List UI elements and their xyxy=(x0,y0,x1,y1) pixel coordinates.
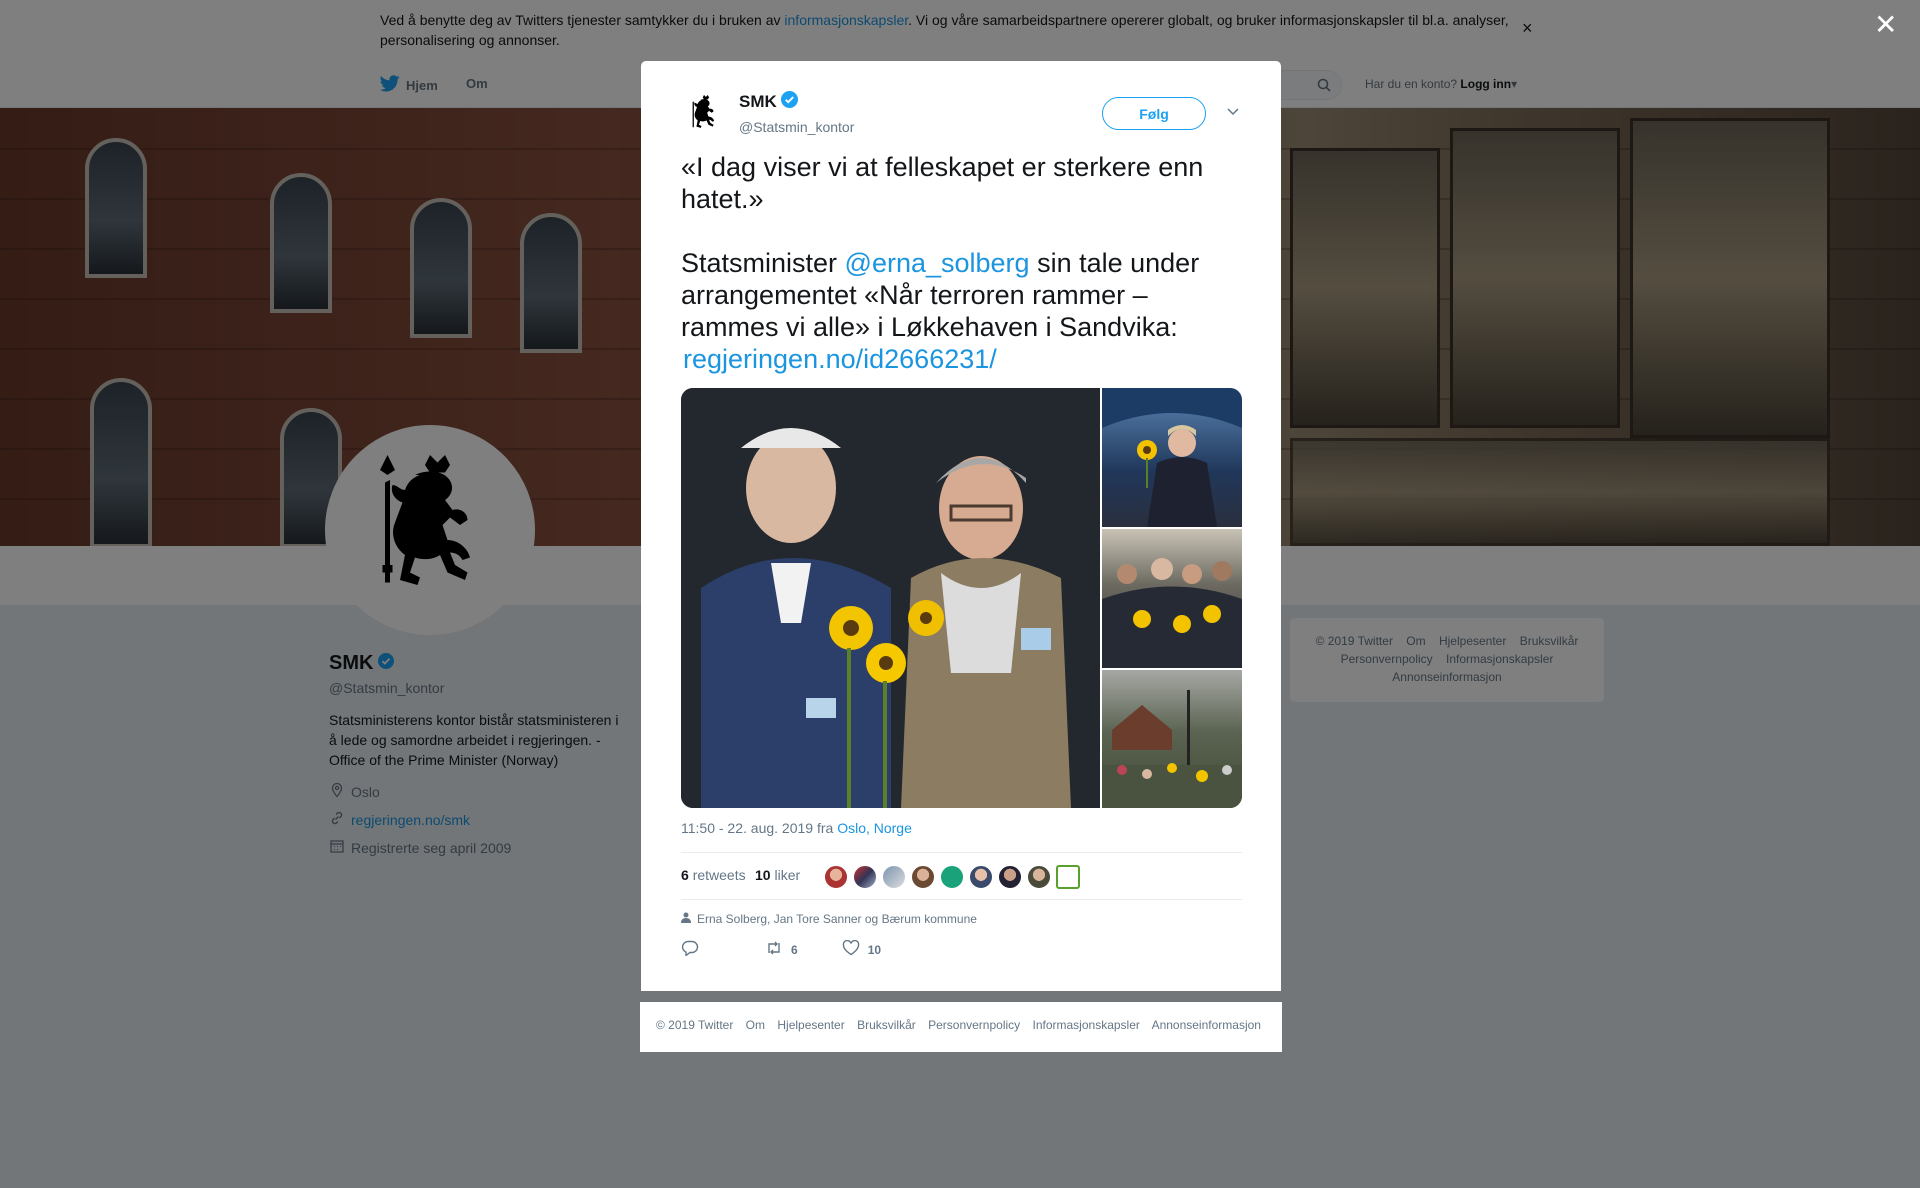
tweet-text: «I dag viser vi at felleskapet er sterke… xyxy=(681,151,1246,375)
tweet-photo-side-2[interactable] xyxy=(1102,529,1242,668)
liker-avatar[interactable] xyxy=(824,865,848,889)
liker-avatar[interactable] xyxy=(998,865,1022,889)
retweet-stat[interactable]: 6 retweets xyxy=(681,867,746,883)
verified-badge-icon xyxy=(780,91,798,113)
like-button[interactable]: 10 xyxy=(842,939,882,959)
liker-avatar[interactable] xyxy=(882,865,906,889)
footer-privacy-link[interactable]: Personvernpolicy xyxy=(928,1018,1020,1032)
photo-crowd-sunflowers-icon xyxy=(1102,558,1242,668)
like-count: 10 xyxy=(867,942,882,957)
tweet-photo-side-1[interactable] xyxy=(1102,388,1242,527)
tweet-url-link[interactable]: regjeringen.no/id2666231/ xyxy=(683,344,997,374)
follow-button[interactable]: Følg xyxy=(1102,97,1206,130)
place-link[interactable]: Oslo, Norge xyxy=(837,820,912,836)
tweet-timestamp: 11:50 - 22. aug. 2019 fra Oslo, Norge xyxy=(681,820,912,836)
likes-stat[interactable]: 10 liker xyxy=(755,867,800,883)
author-handle[interactable]: @Statsmin_kontor xyxy=(739,119,854,135)
tweet-actions: 6 10 xyxy=(681,939,925,959)
retweets-label: retweets xyxy=(692,867,746,883)
reply-icon xyxy=(681,940,699,959)
retweet-button[interactable]: 6 xyxy=(765,940,798,959)
author-name[interactable]: SMK xyxy=(739,91,798,113)
liker-avatar[interactable] xyxy=(853,865,877,889)
heart-icon xyxy=(842,939,860,959)
mention-link[interactable]: @erna_solberg xyxy=(845,248,1030,278)
photo-stage-crowd-icon xyxy=(1102,690,1242,808)
retweet-icon xyxy=(765,940,783,959)
likes-label: liker xyxy=(774,867,801,883)
retweets-count: 6 xyxy=(681,867,689,883)
liker-avatar[interactable] xyxy=(940,865,964,889)
tweet-photo-side-3[interactable] xyxy=(1102,670,1242,808)
likes-count: 10 xyxy=(755,867,771,883)
author-avatar[interactable] xyxy=(681,91,727,137)
reply-button[interactable] xyxy=(681,940,699,959)
mentioned-users: Erna Solberg, Jan Tore Sanner og Bærum k… xyxy=(681,912,977,926)
footer-cookies-link[interactable]: Informasjonskapsler xyxy=(1033,1018,1140,1032)
norwegian-lion-logo-icon xyxy=(692,95,715,128)
tweet-stats: 6 retweets 10 liker xyxy=(681,852,1242,900)
modal-footer: © 2019 Twitter Om Hjelpesenter Bruksvilk… xyxy=(640,1002,1282,1052)
footer-about-link[interactable]: Om xyxy=(746,1018,765,1032)
tweet-quote: «I dag viser vi at felleskapet er sterke… xyxy=(681,152,1204,214)
liker-avatar[interactable] xyxy=(911,865,935,889)
photo-umbrella-woman-icon xyxy=(1102,388,1242,527)
retweet-count: 6 xyxy=(791,942,798,957)
liker-avatar[interactable] xyxy=(969,865,993,889)
chevron-down-icon[interactable] xyxy=(1227,105,1239,119)
liker-avatar[interactable] xyxy=(1027,865,1051,889)
photo-people-sunflowers-icon xyxy=(681,388,1100,808)
footer-ads-link[interactable]: Annonseinformasjon xyxy=(1152,1018,1261,1032)
footer-terms-link[interactable]: Bruksvilkår xyxy=(857,1018,916,1032)
timestamp-text[interactable]: 11:50 - 22. aug. 2019 fra xyxy=(681,820,837,836)
person-icon xyxy=(681,912,691,926)
tweet-text-part: Statsminister xyxy=(681,248,845,278)
tweet-media-grid xyxy=(681,388,1242,808)
tweet-photo-main[interactable] xyxy=(681,388,1100,808)
author-name-text: SMK xyxy=(739,92,777,111)
footer-help-link[interactable]: Hjelpesenter xyxy=(777,1018,844,1032)
tweet-modal: SMK @Statsmin_kontor Følg «I dag viser v… xyxy=(641,61,1281,991)
footer-copyright: © 2019 Twitter xyxy=(656,1018,734,1032)
liker-avatar[interactable] xyxy=(1056,865,1080,889)
mentioned-text[interactable]: Erna Solberg, Jan Tore Sanner og Bærum k… xyxy=(697,912,977,926)
close-icon[interactable]: ✕ xyxy=(1874,10,1897,40)
